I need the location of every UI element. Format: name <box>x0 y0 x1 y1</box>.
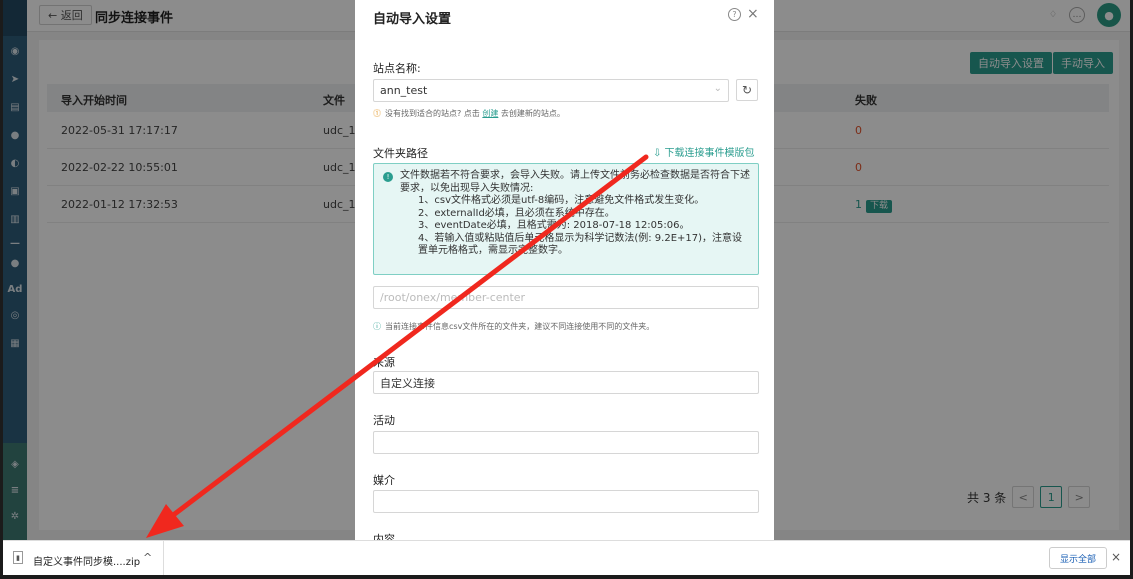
folder-hint-text: 当前连接事件信息csv文件所在的文件夹，建议不同连接使用不同的文件夹。 <box>385 322 655 331</box>
notice-line: 4、若输入值或粘贴值后单元格显示为科学记数法(例: 9.2E+17)，注意设置单… <box>418 232 743 257</box>
chevron-up-icon[interactable]: ^ <box>143 551 152 564</box>
source-label: 来源 <box>373 356 395 369</box>
format-notice: ! 文件数据若不符合要求，会导入失败。请上传文件前务必检查数据是否符合下述要求，… <box>373 163 759 275</box>
file-icon: ▮ <box>13 551 23 564</box>
folder-hint: ⓘ 当前连接事件信息csv文件所在的文件夹，建议不同连接使用不同的文件夹。 <box>373 321 654 332</box>
site-hint-prefix: 没有找到适合的站点? 点击 <box>385 109 480 118</box>
dialog-title: 自动导入设置 <box>373 12 452 27</box>
site-hint-suffix: 去创建新的站点。 <box>500 109 565 118</box>
medium-label: 媒介 <box>373 474 395 487</box>
notice-line: 3、eventDate必填，且格式需为: 2018-07-18 12:05:06… <box>418 220 690 231</box>
site-name-label: 站点名称: <box>373 62 421 75</box>
folder-path-label: 文件夹路径 <box>373 147 428 160</box>
refresh-button[interactable]: ↻ <box>736 79 758 101</box>
help-icon[interactable]: ? <box>728 8 741 21</box>
campaign-input[interactable] <box>373 431 759 454</box>
content-label: 内容 <box>373 533 395 540</box>
medium-input[interactable] <box>373 490 759 513</box>
source-input[interactable]: 自定义连接 <box>373 371 759 394</box>
notice-line: 1、csv文件格式必须是utf-8编码，注意避免文件格式发生变化。 <box>418 195 705 206</box>
divider <box>163 541 164 575</box>
auto-import-settings-dialog: 自动导入设置 ? × 站点名称: ann_test ⌄ ↻ ⓵ 没有找到适合的站点… <box>355 0 774 540</box>
warning-icon: ⓵ <box>373 109 381 118</box>
downloaded-file[interactable]: 自定义事件同步模....zip <box>33 553 140 568</box>
site-name-value: ann_test <box>380 84 428 97</box>
info-icon: ⓘ <box>373 322 381 331</box>
notice-line: 2、externalId必填，且必须在系统中存在。 <box>418 207 615 219</box>
folder-path-input[interactable]: /root/onex/member-center <box>373 286 759 309</box>
chevron-down-icon: ⌄ <box>713 83 722 94</box>
create-site-link[interactable]: 创建 <box>482 109 498 118</box>
browser-frame: ◉ ➤ ▤ ● ◐ ▣ ▥ — ● Ad ◎ ▦ ◈ ≡ ✲ ← 返回 同步连接… <box>3 0 1130 575</box>
info-icon: ! <box>383 172 393 182</box>
site-hint: ⓵ 没有找到适合的站点? 点击 创建 去创建新的站点。 <box>373 108 565 119</box>
download-bar: ▮ 自定义事件同步模....zip ^ 显示全部 × <box>3 540 1130 575</box>
show-all-button[interactable]: 显示全部 <box>1049 547 1108 569</box>
notice-line: 文件数据若不符合要求，会导入失败。请上传文件前务必检查数据是否符合下述要求，以免… <box>400 170 750 194</box>
site-name-select[interactable]: ann_test ⌄ <box>373 79 729 102</box>
download-template-link[interactable]: ⇩ 下载连接事件模版包 <box>653 144 755 159</box>
close-icon[interactable]: × <box>1111 550 1121 564</box>
close-icon[interactable]: × <box>747 6 759 22</box>
campaign-label: 活动 <box>373 414 395 427</box>
